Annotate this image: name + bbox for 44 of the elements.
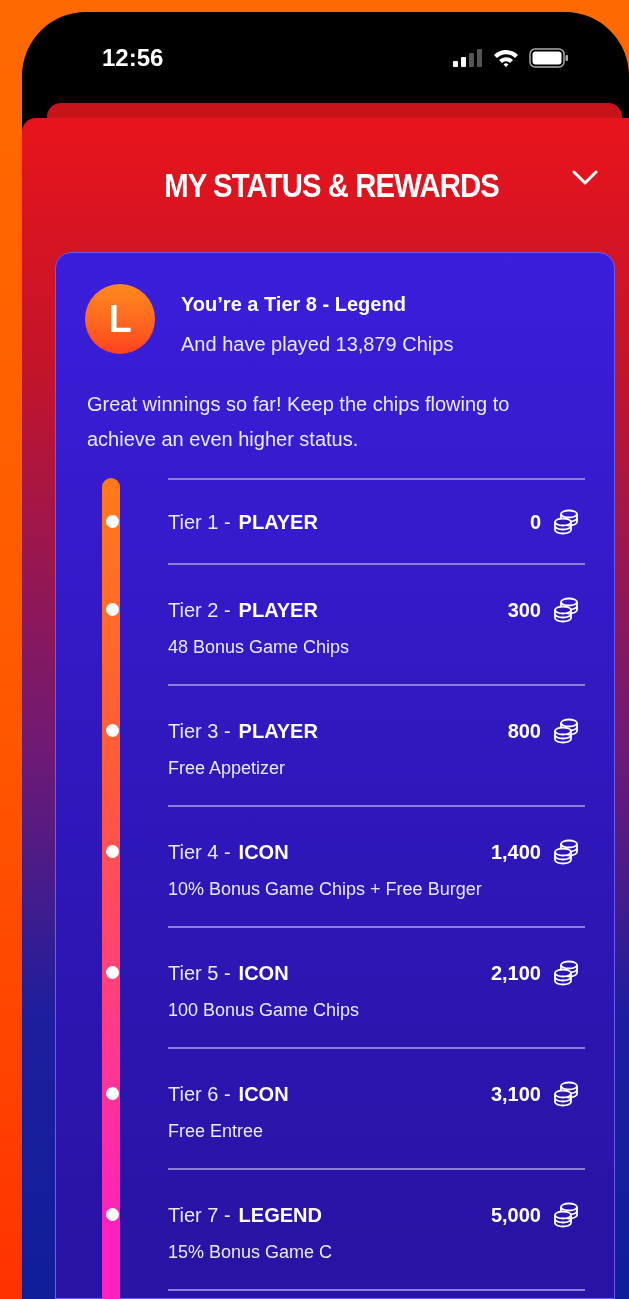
chips-icon (553, 718, 579, 744)
chips-required: 0 (529, 510, 541, 535)
tier-label: Tier 3 - (168, 719, 231, 744)
tier-label: Tier 1 - (168, 510, 231, 535)
chips-required: 5,000 (490, 1203, 541, 1228)
chips-required: 1,400 (490, 840, 541, 865)
tier-label: Tier 4 - (168, 840, 231, 865)
status-message: Great winnings so far! Keep the chips flowing to achieve an even higher status. (87, 392, 511, 452)
signal-icon (453, 47, 483, 68)
chips-played-text: And have played 13,879 Chips (181, 332, 454, 357)
tier-reward: Free Appetizer (168, 757, 287, 780)
chips-required: 800 (507, 719, 541, 744)
status-time: 12:56 (102, 42, 164, 73)
tier-reward: 10% Bonus Game Chips + Free Burger (168, 878, 483, 901)
sheet-title: MY STATUS & REWARDS (164, 164, 499, 206)
chips-required: 300 (507, 598, 541, 623)
tier-label: Tier 2 - (168, 598, 231, 623)
chips-icon (553, 1202, 579, 1228)
chips-required: 2,100 (490, 961, 541, 986)
tier-label: Tier 6 - (168, 1082, 231, 1107)
tier-reward: Free Entree (168, 1120, 265, 1143)
battery-icon (529, 47, 569, 68)
wifi-icon (493, 47, 519, 68)
chips-icon (553, 1081, 579, 1107)
tier-title: You’re a Tier 8 - Legend (181, 292, 407, 317)
tier-reward: 48 Bonus Game Chips (168, 636, 351, 659)
tier-level-name: PLAYER (238, 719, 318, 744)
chips-required: 3,100 (490, 1082, 541, 1107)
tier-level-name: LEGEND (238, 1203, 322, 1228)
tier-label: Tier 7 - (168, 1203, 231, 1228)
tier-reward: 15% Bonus Game C (168, 1241, 334, 1264)
tier-label: Tier 5 - (168, 961, 231, 986)
chips-icon (553, 960, 579, 986)
chips-icon (553, 839, 579, 865)
chevron-down-icon[interactable] (572, 170, 598, 186)
tier-avatar: L (85, 284, 155, 354)
tier-level-name: ICON (238, 961, 289, 986)
tier-level-name: PLAYER (238, 510, 318, 535)
tier-reward: 100 Bonus Game Chips (168, 999, 361, 1022)
chips-icon (553, 509, 579, 535)
tier-level-name: ICON (238, 1082, 289, 1107)
chips-icon (553, 597, 579, 623)
tier-level-name: PLAYER (238, 598, 318, 623)
tier-level-name: ICON (238, 840, 289, 865)
